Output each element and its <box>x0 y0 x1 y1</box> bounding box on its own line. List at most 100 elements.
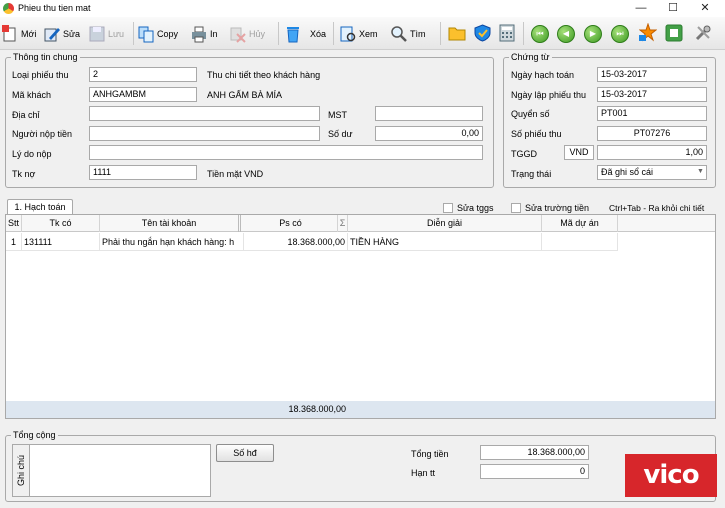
row-amount[interactable]: 18.368.000,00 <box>244 233 348 251</box>
debit-account-input[interactable]: 1111 <box>89 165 197 180</box>
payer-input[interactable] <box>89 126 320 141</box>
row-account-name[interactable]: Phải thu ngắn hạn khách hàng: h <box>100 233 244 251</box>
posting-date-input[interactable]: 15-03-2017 <box>597 67 707 82</box>
header-project[interactable]: Mã dự án <box>542 215 618 232</box>
customer-name: ANH GẤM BÀ MÍA <box>207 90 283 100</box>
keyboard-hint: Ctrl+Tab - Ra khỏi chi tiết <box>609 203 705 213</box>
debit-account-label: Tk nợ <box>12 169 36 179</box>
header-description[interactable]: Diễn giải <box>348 215 542 232</box>
cancel-icon <box>230 27 246 43</box>
note-label: Ghi chú <box>16 454 26 487</box>
trash-icon <box>287 26 299 42</box>
header-stt: Stt <box>6 215 22 232</box>
total-amount-input[interactable]: 18.368.000,00 <box>480 445 589 460</box>
row-description[interactable]: TIỀN HÀNG <box>348 233 542 251</box>
printer-icon <box>192 26 206 42</box>
rate-input[interactable]: 1,00 <box>597 145 707 160</box>
window-title: Phieu thu tien mat <box>18 3 91 13</box>
voucher-date-input[interactable]: 15-03-2017 <box>597 87 707 102</box>
receipt-type-input[interactable]: 2 <box>89 67 197 82</box>
last-record-icon[interactable]: ⏭ <box>611 25 629 43</box>
row-project[interactable] <box>542 233 618 251</box>
due-input[interactable]: 0 <box>480 464 589 479</box>
shield-icon[interactable] <box>474 24 491 42</box>
find-button[interactable]: Tìm <box>389 21 428 46</box>
star-icon[interactable] <box>638 22 658 42</box>
next-record-icon[interactable]: ▶ <box>584 25 602 43</box>
copy-icon <box>138 26 154 42</box>
customer-code-input[interactable]: ANHGAMBM <box>89 87 197 102</box>
new-button[interactable]: Mới <box>0 21 38 46</box>
status-label: Trạng thái <box>511 169 552 179</box>
row-stt: 1 <box>6 233 22 251</box>
receipt-number-input[interactable]: PT07276 <box>597 126 707 141</box>
grid-header: Stt Tk có Tên tài khoản Ps có Σ Diễn giả… <box>6 215 715 232</box>
address-label: Địa chỉ <box>12 110 40 120</box>
status-select[interactable]: Đã ghi sổ cái <box>597 165 707 180</box>
toolbar-separator <box>278 22 279 45</box>
tax-input[interactable] <box>375 106 483 121</box>
folder-icon[interactable] <box>448 25 466 41</box>
address-input[interactable] <box>89 106 320 121</box>
rate-label: TGGD <box>511 149 537 159</box>
general-info-legend: Thông tin chung <box>11 52 80 62</box>
total-amount-label: Tổng tiền <box>411 449 449 459</box>
edit-button[interactable]: Sửa <box>42 21 82 46</box>
balance-input[interactable]: 0,00 <box>375 126 483 141</box>
chevron-down-icon: ▼ <box>697 168 704 175</box>
receipt-type-desc: Thu chi tiết theo khách hàng <box>207 70 321 80</box>
search-icon <box>391 25 407 42</box>
copy-button[interactable]: Copy <box>136 21 180 46</box>
tools-icon[interactable] <box>694 24 712 42</box>
toolbar-separator <box>133 22 134 45</box>
toolbar-separator <box>523 22 524 45</box>
accounting-grid: Stt Tk có Tên tài khoản Ps có Σ Diễn giả… <box>5 214 716 419</box>
currency-input[interactable]: VND <box>564 145 594 160</box>
maximize-button[interactable]: ☐ <box>657 0 689 17</box>
minimize-button[interactable]: — <box>625 0 657 17</box>
previous-record-icon[interactable]: ◀ <box>557 25 575 43</box>
header-credit-account[interactable]: Tk có <box>22 215 100 232</box>
toolbar: Mới Sửa Lưu Copy In Hủy Xóa Xem Tìm ⏮ ◀ … <box>0 17 725 50</box>
sum-icon: Σ <box>338 215 348 232</box>
balance-label: Số dư <box>328 129 353 139</box>
row-credit-account[interactable]: 131111 <box>22 233 100 251</box>
title-bar: Phieu thu tien mat — ☐ ✕ <box>0 0 725 17</box>
invoice-number-button[interactable]: Số hđ <box>216 444 274 462</box>
voucher-date-label: Ngày lập phiếu thu <box>511 90 587 100</box>
save-icon <box>89 26 105 41</box>
due-label: Hạn tt <box>411 468 436 478</box>
edit-fields-checkbox[interactable] <box>511 203 521 213</box>
view-icon <box>340 26 356 41</box>
delete-button[interactable]: Xóa <box>283 21 328 46</box>
vico-logo: vico <box>625 454 717 497</box>
note-box: Ghi chú <box>12 444 211 497</box>
cancel-button[interactable]: Hủy <box>228 21 267 46</box>
view-button[interactable]: Xem <box>338 21 380 46</box>
export-icon[interactable] <box>665 24 683 42</box>
book-input[interactable]: PT001 <box>597 106 707 121</box>
totals-legend: Tổng cộng <box>11 430 58 440</box>
edit-rate-checkbox[interactable] <box>443 203 453 213</box>
grid-total-bar: 18.368.000,00 <box>6 401 715 418</box>
grid-total-amount: 18.368.000,00 <box>288 404 346 414</box>
first-record-icon[interactable]: ⏮ <box>531 25 549 43</box>
book-label: Quyển số <box>511 109 550 119</box>
receipt-number-label: Số phiếu thu <box>511 129 562 139</box>
calculator-icon[interactable] <box>499 24 515 42</box>
voucher-legend: Chứng từ <box>509 52 552 62</box>
close-button[interactable]: ✕ <box>689 0 721 17</box>
note-textarea[interactable] <box>32 446 208 495</box>
toolbar-separator <box>333 22 334 45</box>
payer-label: Người nộp tiền <box>12 129 72 139</box>
reason-input[interactable] <box>89 145 483 160</box>
header-amount[interactable]: Ps có <box>244 215 338 232</box>
note-label-strip: Ghi chú <box>13 445 30 496</box>
status-value: Đã ghi sổ cái <box>601 167 654 177</box>
tab-accounting[interactable]: 1. Hạch toán <box>7 199 73 214</box>
posting-date-label: Ngày hạch toán <box>511 70 575 80</box>
save-button[interactable]: Lưu <box>87 21 126 46</box>
header-account-name[interactable]: Tên tài khoản <box>100 215 241 232</box>
print-button[interactable]: In <box>189 21 220 46</box>
app-icon <box>3 3 14 14</box>
